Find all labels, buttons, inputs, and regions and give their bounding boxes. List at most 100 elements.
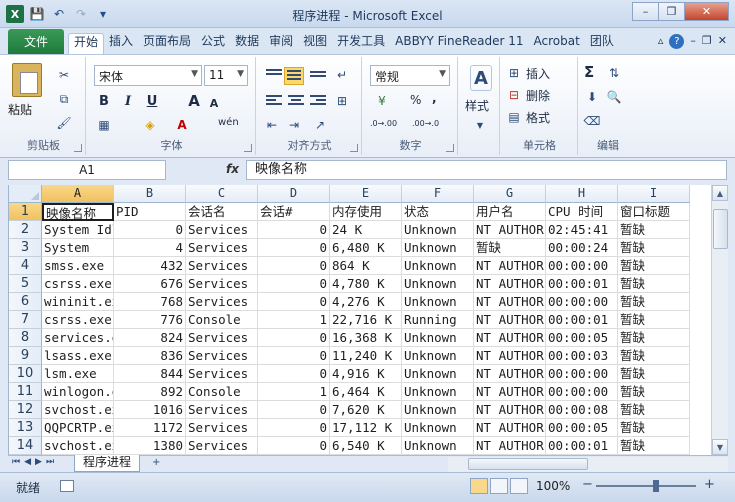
horizontal-scroll-thumb[interactable] bbox=[468, 458, 588, 470]
grid-cell[interactable]: 824 bbox=[114, 329, 186, 347]
underline-button[interactable]: U bbox=[142, 91, 162, 111]
grid-cell[interactable]: 0 bbox=[258, 239, 330, 257]
select-all-button[interactable] bbox=[9, 185, 42, 203]
worksheet-grid[interactable]: A B C D E F G H I 1 映像名称 PID 会话名 会话# 内存使用 状态 用户名 CPU 时间 窗口… bbox=[8, 185, 711, 455]
ribbon-minimize-icon[interactable]: ▵ bbox=[658, 34, 664, 49]
grid-cell[interactable]: NT AUTHORITY bbox=[474, 221, 546, 239]
row-header[interactable]: 12 bbox=[9, 401, 42, 419]
row-header[interactable]: 2 bbox=[9, 221, 42, 239]
grid-cell[interactable]: Services bbox=[186, 365, 258, 383]
shrink-font-button[interactable]: A bbox=[204, 93, 224, 113]
grid-cell[interactable]: 0 bbox=[258, 221, 330, 239]
row-header[interactable]: 5 bbox=[9, 275, 42, 293]
tab-abbyy[interactable]: ABBYY FineReader 11 bbox=[390, 33, 528, 54]
grid-cell[interactable]: 00:00:00 bbox=[546, 383, 618, 401]
formula-input[interactable]: 映像名称 bbox=[246, 160, 727, 180]
grid-cell[interactable]: 暂缺 bbox=[618, 257, 690, 275]
grid-cell[interactable]: Unknown bbox=[402, 275, 474, 293]
grid-cell[interactable]: Unknown bbox=[402, 437, 474, 455]
tab-acrobat[interactable]: Acrobat bbox=[529, 33, 585, 54]
row-header[interactable]: 4 bbox=[9, 257, 42, 275]
find-select-icon[interactable]: 🔍 bbox=[606, 89, 622, 105]
grid-cell[interactable]: NT AUTHORITY bbox=[474, 293, 546, 311]
tab-page-layout[interactable]: 页面布局 bbox=[138, 33, 196, 54]
grid-cell[interactable]: 00:00:00 bbox=[546, 257, 618, 275]
row-header[interactable]: 1 bbox=[9, 203, 42, 221]
horizontal-scrollbar[interactable] bbox=[448, 457, 728, 472]
clear-icon[interactable]: ⌫ bbox=[584, 113, 601, 129]
grid-cell[interactable]: svchost.exe bbox=[42, 401, 114, 419]
row-header[interactable]: 8 bbox=[9, 329, 42, 347]
currency-icon[interactable]: ¥ bbox=[374, 93, 390, 109]
paste-button-label[interactable]: 粘贴 bbox=[8, 101, 32, 118]
grid-cell[interactable]: 844 bbox=[114, 365, 186, 383]
grid-cell[interactable]: 暂缺 bbox=[618, 365, 690, 383]
grid-cell[interactable]: Unknown bbox=[402, 293, 474, 311]
sheet-tab-active[interactable]: 程序进程 bbox=[74, 455, 141, 472]
align-center-icon[interactable] bbox=[288, 95, 304, 107]
grid-cell[interactable]: 02:45:41 bbox=[546, 221, 618, 239]
grid-cell[interactable]: Unknown bbox=[402, 239, 474, 257]
scroll-down-icon[interactable]: ▼ bbox=[712, 439, 728, 455]
alignment-launcher-icon[interactable] bbox=[350, 144, 358, 152]
tab-home[interactable]: 开始 bbox=[68, 33, 105, 54]
grid-cell[interactable]: System Idle bbox=[42, 221, 114, 239]
orientation-icon[interactable]: ↗ bbox=[312, 117, 328, 133]
tab-view[interactable]: 视图 bbox=[298, 33, 332, 54]
grid-cell[interactable]: 暂缺 bbox=[618, 221, 690, 239]
decrease-indent-icon[interactable]: ⇤ bbox=[264, 117, 280, 133]
tab-insert[interactable]: 插入 bbox=[104, 33, 138, 54]
vertical-scrollbar[interactable]: ▲ ▼ bbox=[711, 185, 728, 455]
grid-cell[interactable]: csrss.exe bbox=[42, 311, 114, 329]
grid-cell[interactable]: NT AUTHORITY bbox=[474, 365, 546, 383]
grid-cell[interactable]: 6,464 K bbox=[330, 383, 402, 401]
grid-cell[interactable]: 暂缺 bbox=[618, 347, 690, 365]
grid-cell[interactable]: 864 K bbox=[330, 257, 402, 275]
align-bottom-icon[interactable] bbox=[310, 71, 326, 83]
grid-cell[interactable]: 暂缺 bbox=[618, 311, 690, 329]
grid-cell[interactable]: PID bbox=[114, 203, 186, 221]
grid-cell[interactable]: 0 bbox=[258, 257, 330, 275]
grid-cell[interactable]: 11,240 K bbox=[330, 347, 402, 365]
zoom-slider[interactable] bbox=[596, 480, 696, 492]
grid-cell[interactable]: services.exe bbox=[42, 329, 114, 347]
decrease-decimal-button[interactable]: .00→.0 bbox=[412, 119, 439, 128]
grid-cell[interactable]: 432 bbox=[114, 257, 186, 275]
format-cells-icon[interactable]: ▤ bbox=[506, 109, 522, 125]
increase-decimal-button[interactable]: .0→.00 bbox=[370, 119, 397, 128]
grid-cell[interactable]: 0 bbox=[258, 419, 330, 437]
merge-center-icon[interactable]: ⊞ bbox=[334, 93, 350, 109]
grid-cell[interactable]: 暂缺 bbox=[618, 329, 690, 347]
grid-cell[interactable]: 暂缺 bbox=[618, 437, 690, 455]
bold-button[interactable]: B bbox=[94, 91, 114, 111]
paste-icon[interactable] bbox=[12, 63, 42, 97]
page-break-view-button[interactable] bbox=[510, 478, 528, 494]
insert-cells-icon[interactable]: ⊞ bbox=[506, 65, 522, 81]
grid-cell[interactable]: Services bbox=[186, 401, 258, 419]
grid-cell[interactable]: Services bbox=[186, 293, 258, 311]
grid-cell[interactable]: 0 bbox=[258, 329, 330, 347]
grid-cell[interactable]: 0 bbox=[258, 437, 330, 455]
tab-review[interactable]: 审阅 bbox=[264, 33, 298, 54]
grid-cell[interactable]: 17,112 K bbox=[330, 419, 402, 437]
grid-cell[interactable]: NT AUTHORITY bbox=[474, 383, 546, 401]
grid-cell[interactable]: 0 bbox=[258, 275, 330, 293]
grid-cell[interactable]: 暂缺 bbox=[618, 401, 690, 419]
grid-cell[interactable]: NT AUTHORITY bbox=[474, 275, 546, 293]
align-left-icon[interactable] bbox=[266, 95, 282, 107]
zoom-slider-knob[interactable] bbox=[653, 480, 659, 492]
row-header[interactable]: 14 bbox=[9, 437, 42, 455]
column-header[interactable]: C bbox=[186, 185, 258, 203]
grid-cell[interactable]: 24 K bbox=[330, 221, 402, 239]
copy-icon[interactable]: ⧉ bbox=[56, 91, 72, 107]
grid-cell[interactable]: 暂缺 bbox=[618, 239, 690, 257]
grid-cell[interactable]: Unknown bbox=[402, 401, 474, 419]
grid-cell[interactable]: Running bbox=[402, 311, 474, 329]
grid-cell[interactable]: 暂缺 bbox=[618, 275, 690, 293]
grid-cell[interactable]: 768 bbox=[114, 293, 186, 311]
grid-cell[interactable]: QQPCRTP.exe bbox=[42, 419, 114, 437]
grid-cell[interactable]: 暂缺 bbox=[618, 383, 690, 401]
grid-cell[interactable]: 1172 bbox=[114, 419, 186, 437]
grid-cell[interactable]: 16,368 K bbox=[330, 329, 402, 347]
grid-cell[interactable]: 内存使用 bbox=[330, 203, 402, 221]
